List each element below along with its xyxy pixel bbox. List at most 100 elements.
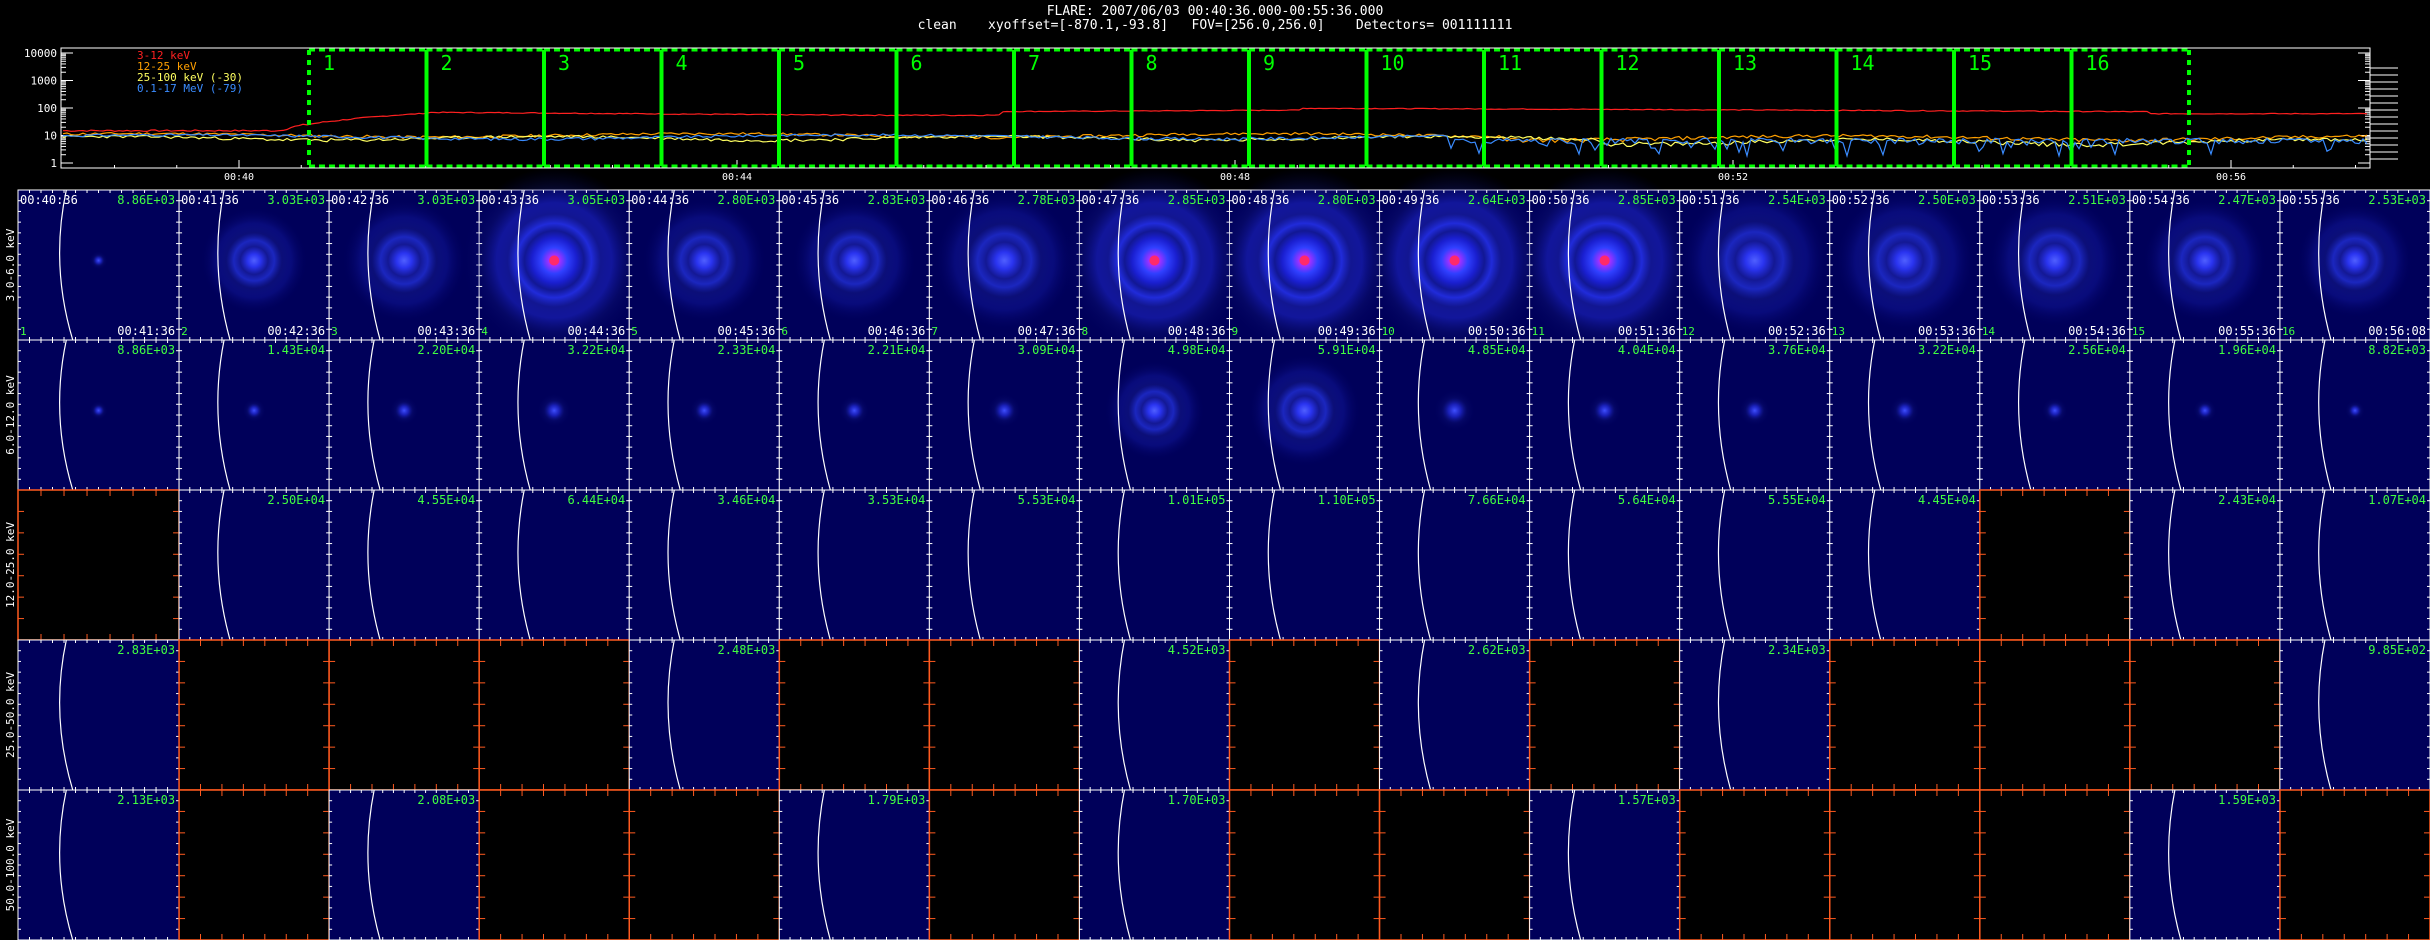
- source-core: [1299, 255, 1310, 266]
- panel-interval-number: 8: [1081, 325, 1088, 338]
- empty-panel-frame: [2129, 639, 2281, 791]
- image-panel: 3.46E+04: [628, 489, 780, 641]
- interval-label: 11: [1498, 51, 1522, 75]
- image-panel: 3.22E+04: [478, 339, 630, 491]
- image-panel: 2.50E+03 00:52:36 00:53:36 13: [1829, 189, 1981, 341]
- panel-max-value: 8.82E+03: [2368, 343, 2426, 357]
- panel-max-value: 1.79E+03: [868, 793, 926, 807]
- image-panel: 7.66E+04: [1379, 489, 1531, 641]
- panel-max-value: 2.43E+04: [2218, 493, 2276, 507]
- panel-max-value: 1.10E+05: [1318, 493, 1376, 507]
- panel-frame: [178, 489, 330, 641]
- panel-frame: [1529, 789, 1681, 940]
- source-emission: [2193, 398, 2217, 423]
- panel-max-value: 2.83E+03: [868, 193, 926, 207]
- panel-max-value: 6.44E+04: [567, 493, 625, 507]
- panel-max-value: 4.45E+04: [1918, 493, 1976, 507]
- panel-frame: [1379, 639, 1531, 791]
- panel-frame: [928, 489, 1080, 641]
- series-line-0-1-17-mev: [62, 133, 2368, 159]
- panel-start-time: 00:40:36: [20, 193, 78, 207]
- interval-label: 7: [1028, 51, 1040, 75]
- panel-interval-number: 1: [20, 325, 27, 338]
- source-emission: [2142, 198, 2268, 323]
- interval-label: 6: [911, 51, 923, 75]
- lightcurve-y-tick-label: 1: [50, 157, 57, 170]
- interval-label: 15: [1968, 51, 1992, 75]
- panel-end-time: 00:45:36: [718, 324, 776, 338]
- image-panel: 1.70E+03: [1078, 789, 1230, 940]
- image-panel: [2129, 639, 2281, 791]
- empty-panel-frame: [1378, 789, 1531, 940]
- panel-frame: [328, 489, 480, 641]
- interval-label: 1: [323, 51, 335, 75]
- panel-interval-number: 14: [1982, 325, 1996, 338]
- panel-interval-number: 11: [1532, 325, 1545, 338]
- panel-frame: [1229, 489, 1381, 641]
- image-panel: 2.85E+03 00:50:36 00:51:36 11: [1511, 167, 1698, 354]
- image-panel: 4.04E+04: [1529, 339, 1681, 491]
- panel-start-time: 00:47:36: [1081, 193, 1139, 207]
- image-panel: [478, 639, 630, 791]
- image-panel: 8.82E+03: [2279, 339, 2430, 491]
- panel-end-time: 00:54:36: [2068, 324, 2126, 338]
- image-panel: [928, 639, 1081, 791]
- lightcurve-y-tick-label: 1000: [31, 75, 58, 88]
- panel-frame: [2279, 639, 2430, 791]
- source-emission: [1679, 185, 1830, 336]
- image-panel: 5.64E+04: [1529, 489, 1681, 641]
- image-panel: [478, 789, 630, 940]
- source-core: [1149, 255, 1160, 266]
- image-panel: 2.20E+04: [328, 339, 480, 491]
- panel-max-value: 1.43E+04: [267, 343, 325, 357]
- image-panel: 3.05E+03 00:43:36 00:44:36 4: [461, 167, 648, 354]
- image-panel: [1979, 489, 2131, 641]
- empty-panel-frame: [928, 639, 1081, 791]
- panel-interval-number: 3: [331, 325, 338, 338]
- image-panel: [778, 639, 931, 791]
- panel-start-time: 00:55:36: [2282, 193, 2340, 207]
- panel-frame: [1078, 789, 1230, 940]
- empty-panel-frame: [1228, 789, 1381, 940]
- panel-frame: [778, 789, 930, 940]
- image-panel: [2279, 789, 2430, 940]
- image-panel: [1979, 639, 2131, 791]
- source-emission: [341, 198, 467, 323]
- image-panel: 4.45E+04: [1829, 489, 1981, 641]
- panel-max-value: 3.76E+04: [1768, 343, 1826, 357]
- panel-max-value: 5.64E+04: [1618, 493, 1676, 507]
- source-core: [1599, 255, 1610, 266]
- source-emission: [1988, 193, 2122, 328]
- image-panel: 2.13E+03: [17, 789, 180, 940]
- panel-max-value: 2.48E+03: [718, 643, 776, 657]
- empty-panel-frame: [628, 789, 781, 940]
- panel-frame: [1679, 639, 1831, 791]
- source-emission: [1833, 189, 1976, 332]
- panel-end-time: 00:47:36: [1018, 324, 1076, 338]
- empty-panel-frame: [2279, 789, 2430, 940]
- interval-label: 3: [558, 51, 570, 75]
- lightcurve-y-tick-label: 10000: [24, 47, 57, 60]
- row-energy-label: 3.0-6.0 keV: [4, 228, 17, 301]
- interval-label: 2: [441, 51, 453, 75]
- source-emission: [537, 393, 572, 428]
- image-panel: 3.03E+03 00:42:36 00:43:36 3: [328, 189, 480, 341]
- empty-panel-frame: [478, 789, 630, 940]
- panel-frame: [2279, 489, 2430, 641]
- image-panel: 2.78E+03 00:46:36 00:47:36 7: [928, 189, 1080, 341]
- image-panel: [928, 789, 1081, 940]
- source-core: [549, 255, 560, 266]
- source-emission: [2344, 400, 2366, 421]
- empty-panel-frame: [1228, 639, 1381, 791]
- image-panel: 2.48E+03: [628, 639, 780, 791]
- panel-max-value: 2.08E+03: [417, 793, 475, 807]
- source-emission: [839, 395, 870, 426]
- panel-end-time: 00:43:36: [417, 324, 475, 338]
- image-panel: 3.09E+04: [928, 339, 1080, 491]
- empty-panel-frame: [1829, 789, 1981, 940]
- panel-max-value: 3.22E+04: [567, 343, 625, 357]
- image-panel: 1.96E+04: [2129, 339, 2281, 491]
- panel-max-value: 3.03E+03: [417, 193, 475, 207]
- image-panel: 3.22E+04: [1829, 339, 1981, 491]
- panel-max-value: 2.83E+03: [117, 643, 175, 657]
